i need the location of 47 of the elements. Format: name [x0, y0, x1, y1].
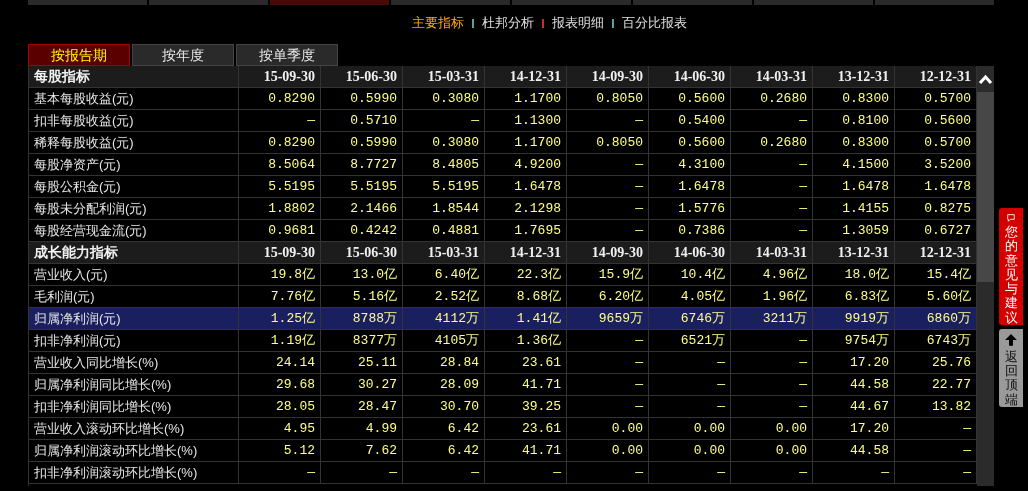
table-row[interactable]: 归属净利润(元) 1.25亿 8788万 4112万 1.41亿 9659万 6746万 3211万 9919万 6860万 — [29, 308, 977, 330]
tab[interactable] — [875, 0, 994, 5]
nav-link[interactable]: 百分比报表 — [621, 13, 687, 33]
table-row[interactable]: 扣非净利润同比增长(%) 28.05 28.47 30.70 39.25 — — — 44.67 13.82 — [29, 396, 977, 418]
table-row[interactable]: 扣非净利润(元) 1.19亿 8377万 4105万 1.36亿 — 6521万 — 9754万 6743万 — [29, 330, 977, 352]
table-row[interactable]: 扣非净利润滚动环比增长(%) — — — — — — — — — — [29, 462, 977, 484]
tab[interactable] — [754, 0, 873, 5]
tab[interactable] — [28, 0, 147, 5]
table-row[interactable]: 稀释每股收益(元) 0.8290 0.5990 0.3080 1.1700 0.8050 0.5600 0.2680 0.8300 0.5700 — [29, 132, 977, 154]
table-row[interactable]: 归属净利润同比增长(%) 29.68 30.27 28.09 41.71 — — — 44.58 22.77 — [29, 374, 977, 396]
up-arrow-icon — [1004, 333, 1018, 347]
tab[interactable] — [270, 0, 389, 5]
table-row[interactable]: 归属净利润滚动环比增长(%) 5.12 7.62 6.42 41.71 0.00 0.00 0.00 44.58 — — [29, 440, 977, 462]
period-tab[interactable]: 按报告期 — [28, 44, 130, 66]
period-tab[interactable]: 按单季度 — [236, 44, 338, 66]
scroll-thumb[interactable] — [977, 92, 994, 282]
table-row[interactable]: 扣非每股收益(元) — 0.5710 — 1.1300 — 0.5400 — 0.8100 0.5600 — [29, 110, 977, 132]
tab[interactable] — [149, 0, 268, 5]
table-cell: — — [813, 462, 895, 484]
tab[interactable] — [391, 0, 510, 5]
nav-link[interactable]: 报表明细 — [551, 13, 604, 33]
table-cell: — — [649, 462, 731, 484]
period-tab[interactable]: 按年度 — [132, 44, 234, 66]
table-row[interactable]: 基本每股收益(元) 0.8290 0.5990 0.3080 1.1700 0.8050 0.5600 0.2680 0.8300 0.5700 — [29, 88, 977, 110]
table-row[interactable]: 营业收入滚动环比增长(%) 4.95 4.99 6.42 23.61 0.00 0.00 0.00 17.20 — — [29, 418, 977, 440]
table-row[interactable]: 营业收入(元) 19.8亿 13.0亿 6.40亿 22.3亿 15.9亿 10.4亿 4.96亿 18.0亿 15.4亿 — [29, 264, 977, 286]
table-row[interactable]: 每股经营现金流(元) 0.9681 0.4242 0.4881 1.7695 — 0.7386 — 1.3059 0.6727 — [29, 220, 977, 242]
table-cell: — — [485, 462, 567, 484]
scrollbar[interactable] — [977, 66, 994, 486]
tab[interactable] — [633, 0, 752, 5]
table-row[interactable]: 每股公积金(元) 5.5195 5.5195 5.5195 1.6478 — 1.6478 — 1.6478 1.6478 — [29, 176, 977, 198]
table-cell: — — [321, 462, 403, 484]
table-row[interactable]: 每股净资产(元) 8.5064 8.7727 8.4805 4.9200 — 4.3100 — 4.1500 3.5200 — [29, 154, 977, 176]
table-cell: — — [403, 462, 485, 484]
back-to-top-button[interactable]: 返回顶端 — [999, 329, 1023, 407]
nav-link[interactable]: 杜邦分析 — [481, 13, 534, 33]
tab[interactable] — [512, 0, 631, 5]
table-row[interactable]: 营业收入同比增长(%) 24.14 25.11 28.84 23.61 — — — 17.20 25.76 — [29, 352, 977, 374]
row-label: 扣非净利润滚动环比增长(%) — [29, 462, 239, 484]
table-row[interactable]: 每股未分配利润(元) 1.8802 2.1466 1.8544 2.1298 — 1.5776 — 1.4155 0.8275 — [29, 198, 977, 220]
speech-bubble-icon — [1005, 214, 1017, 222]
table-cell: — — [239, 462, 321, 484]
table-row[interactable]: 毛利润(元) 7.76亿 5.16亿 2.52亿 8.68亿 6.20亿 4.05亿 1.96亿 6.83亿 5.60亿 — [29, 286, 977, 308]
nav-link[interactable]: 主要指标 — [411, 13, 464, 33]
table-cell: — — [567, 462, 649, 484]
table-cell: — — [731, 462, 813, 484]
feedback-button[interactable]: 您的意见与建议 — [999, 208, 1023, 325]
